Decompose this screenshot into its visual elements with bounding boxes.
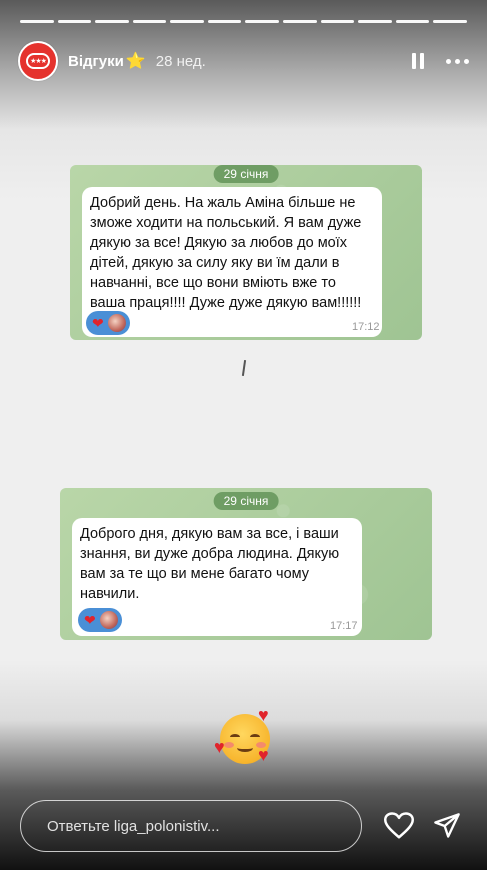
reaction-badge: ❤: [78, 608, 122, 632]
smiling-face-with-hearts-icon[interactable]: ♥ ♥ ♥: [214, 706, 280, 768]
like-heart-icon[interactable]: [384, 812, 414, 840]
reply-input[interactable]: Ответьте liga_polonistiv...: [20, 800, 362, 852]
reactor-avatar: [107, 314, 126, 332]
message-time: 17:17: [330, 620, 358, 632]
pause-icon[interactable]: [412, 53, 424, 69]
progress-segment: [20, 20, 54, 23]
message-text: Добрий день. На жаль Аміна більше не змо…: [90, 195, 362, 311]
message-text: Доброго дня, дякую вам за все, і ваши зн…: [80, 526, 340, 602]
stars-logo-icon: ★★★: [26, 53, 50, 69]
reactor-avatar: [99, 611, 118, 629]
send-icon[interactable]: [433, 812, 461, 840]
date-pill: 29 січня: [213, 492, 279, 510]
username[interactable]: Відгуки: [68, 53, 124, 70]
progress-segment: [395, 20, 430, 23]
progress-segment: [57, 20, 92, 23]
progress-segment: [95, 20, 129, 23]
message-time: 17:12: [352, 321, 380, 333]
avatar[interactable]: ★★★: [18, 41, 58, 81]
heart-icon: ❤: [84, 612, 96, 628]
heart-icon: ♥: [258, 745, 269, 765]
chat-screenshot-1: 29 січня Добрий день. На жаль Аміна біль…: [70, 165, 422, 340]
progress-segment: [320, 20, 355, 23]
progress-segment: [245, 20, 280, 23]
text-cursor-icon: [241, 359, 247, 377]
story-progress-bar: [20, 20, 467, 23]
reply-placeholder: Ответьте liga_polonistiv...: [47, 817, 220, 835]
heart-icon: ❤: [92, 315, 104, 331]
username-badge-icon: ⭐: [125, 53, 146, 70]
progress-segment: [207, 20, 242, 23]
progress-segment: [433, 20, 467, 23]
progress-segment: [170, 20, 204, 23]
reaction-badge: ❤: [86, 311, 130, 335]
progress-segment: [132, 20, 167, 23]
date-pill: 29 січня: [213, 165, 279, 183]
post-time: 28 нед.: [155, 52, 206, 70]
progress-segment: [358, 20, 392, 23]
chat-screenshot-2: 29 січня Доброго дня, дякую вам за все, …: [60, 488, 432, 640]
progress-segment: [283, 20, 317, 23]
story-header: ★★★ Відгуки ⭐ 28 нед.: [18, 40, 469, 82]
heart-icon: ♥: [258, 705, 269, 725]
heart-icon: ♥: [214, 737, 225, 757]
more-options-icon[interactable]: [446, 58, 469, 64]
